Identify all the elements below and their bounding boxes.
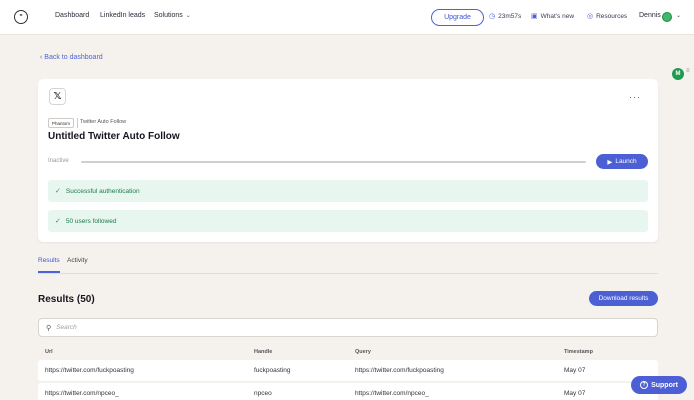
search-icon: ⚲ — [46, 324, 52, 332]
phantombuster-logo-icon[interactable]: " — [14, 10, 28, 24]
whats-new-button[interactable]: ▣ What's new — [531, 12, 575, 21]
phantom-card: 𝕏 ··· Phantom Twitter Auto Follow Untitl… — [38, 79, 658, 242]
clock-icon: ◷ — [489, 13, 496, 20]
nav-link-solutions[interactable]: Solutions ⌄ — [154, 12, 191, 19]
question-icon: ? — [640, 381, 649, 389]
tabs-divider — [38, 273, 658, 274]
cell-handle: npceo — [254, 390, 272, 397]
cell-handle: fuckpoasting — [254, 367, 291, 374]
active-tab-indicator — [38, 271, 60, 273]
back-to-dashboard-link[interactable]: ‹ Back to dashboard — [40, 54, 103, 61]
tab-results[interactable]: Results — [38, 257, 60, 264]
launch-label: Launch — [615, 158, 637, 165]
download-results-button[interactable]: Download results — [589, 291, 658, 306]
column-header-handle: Handle — [254, 349, 273, 355]
cell-query: https://twitter.com/fuckpoasting — [355, 367, 444, 374]
phantom-type: Twitter Auto Follow — [80, 119, 127, 125]
launch-button[interactable]: ▶ Launch — [596, 154, 648, 169]
chevron-down-icon[interactable]: ⌄ — [676, 12, 681, 19]
chevron-left-icon: ‹ — [40, 54, 43, 61]
user-name[interactable]: Dennis — [639, 12, 661, 19]
support-label: Support — [651, 381, 678, 389]
results-title: Results (50) — [38, 294, 95, 305]
cell-timestamp: May 07 — [564, 390, 586, 397]
alert-text: Successful authentication — [65, 187, 140, 195]
top-nav: " Dashboard LinkedIn leads Solutions ⌄ Up… — [0, 0, 694, 35]
chevron-down-icon: ⌄ — [185, 13, 191, 19]
phantom-badge: Phantom — [48, 118, 75, 128]
cell-query: https://twitter.com/npceo_ — [355, 390, 429, 397]
cell-url: https://twitter.com/fuckpoasting — [45, 367, 134, 374]
alert-authentication: ✓ Successful authentication — [48, 180, 648, 202]
check-icon: ✓ — [55, 218, 61, 225]
x-logo-icon: 𝕏 — [49, 88, 66, 105]
play-icon: ▶ — [607, 158, 613, 166]
cell-url: https://twitter.com/npceo_ — [45, 390, 119, 397]
nav-link-solutions-label: Solutions — [154, 12, 183, 19]
upgrade-button[interactable]: Upgrade — [431, 9, 484, 26]
alert-users-followed: ✓ 50 users followed — [48, 210, 648, 232]
check-icon: ✓ — [55, 188, 61, 195]
whats-new-label: What's new — [540, 12, 575, 20]
divider — [77, 118, 78, 128]
time-remaining-label: 23m57s — [498, 12, 522, 20]
time-remaining[interactable]: ◷ 23m57s — [489, 12, 522, 21]
nav-link-linkedin-leads[interactable]: LinkedIn leads — [100, 12, 145, 19]
column-header-timestamp: Timestamp — [564, 349, 593, 355]
more-options-icon[interactable]: ··· — [629, 92, 641, 102]
avatar[interactable] — [662, 12, 672, 22]
alert-text: 50 users followed — [65, 217, 117, 225]
resources-label: Resources — [596, 12, 628, 20]
cell-timestamp: May 07 — [564, 367, 586, 374]
table-row[interactable]: https://twitter.com/fuckpoasting fuckpoa… — [38, 360, 658, 381]
nav-link-dashboard[interactable]: Dashboard — [55, 12, 89, 19]
extension-icon[interactable]: M — [672, 68, 684, 80]
column-header-url: Url — [45, 349, 53, 355]
status-progress-track — [81, 161, 586, 163]
resources-button[interactable]: ◎ Resources — [587, 12, 628, 21]
drag-handle-icon[interactable]: ≡ — [686, 68, 690, 74]
help-circle-icon: ◎ — [587, 13, 594, 20]
search-input[interactable] — [56, 324, 637, 331]
column-header-query: Query — [355, 349, 371, 355]
table-row[interactable]: https://twitter.com/npceo_ npceo https:/… — [38, 383, 658, 400]
support-button[interactable]: ? Support — [631, 376, 687, 394]
status-label: Inactive — [48, 158, 69, 164]
tab-activity[interactable]: Activity — [67, 257, 88, 264]
gift-icon: ▣ — [531, 13, 538, 20]
search-bar: ⚲ — [38, 318, 658, 337]
back-link-label: Back to dashboard — [44, 54, 103, 61]
page-title: Untitled Twitter Auto Follow — [48, 131, 180, 142]
